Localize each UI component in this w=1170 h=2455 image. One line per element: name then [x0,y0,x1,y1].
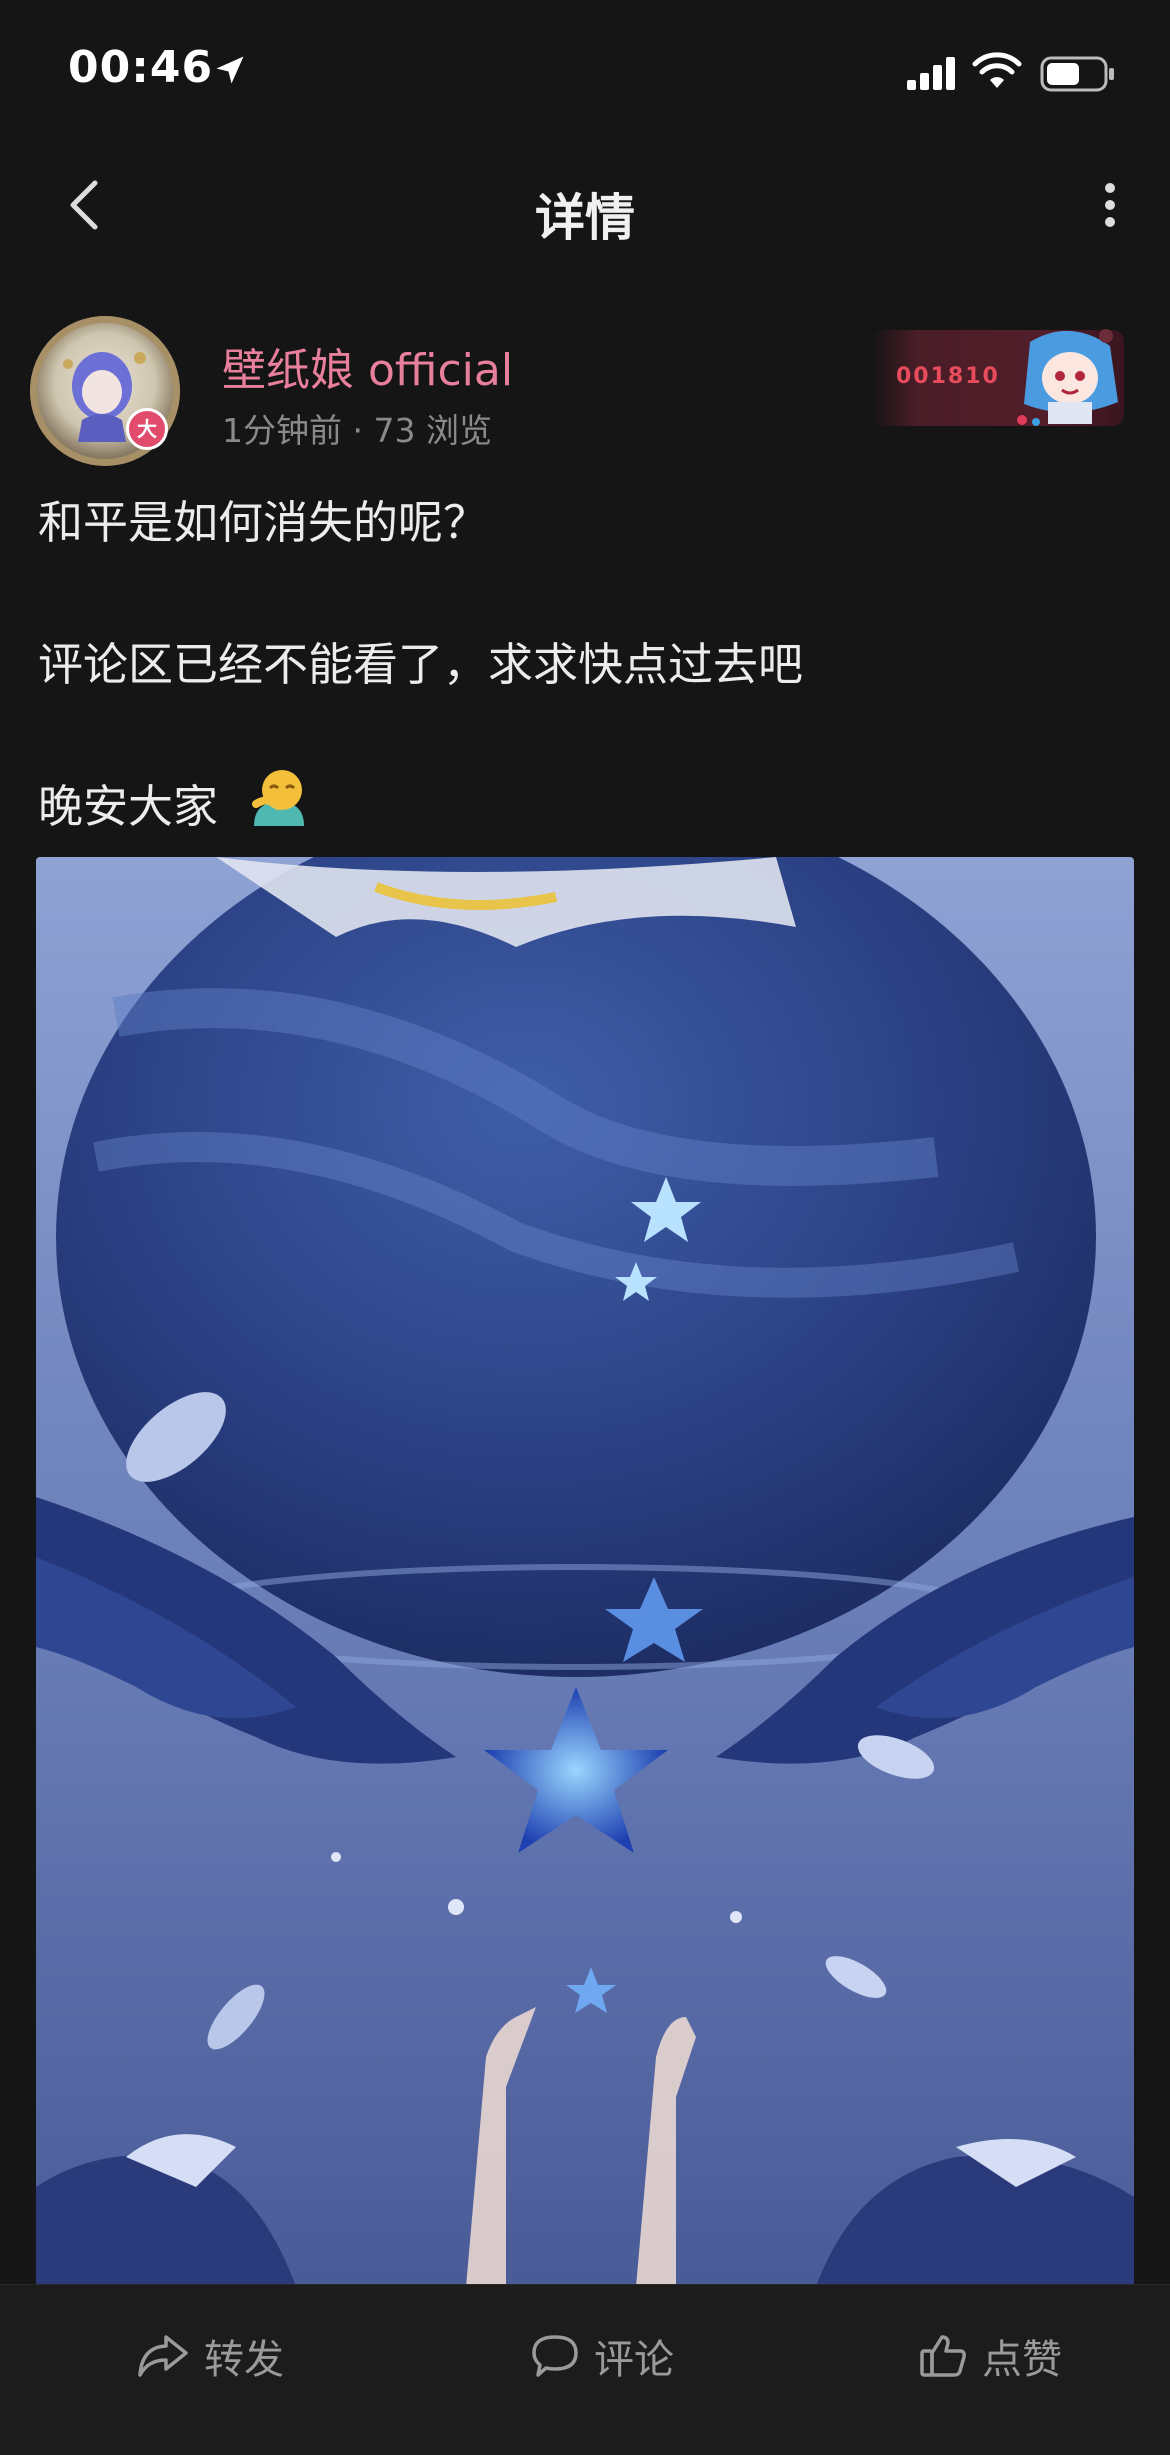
comment-label: 评论 [594,2337,674,2383]
verified-badge: 大 [126,408,168,450]
like-button[interactable]: 点赞 [918,2326,1062,2386]
cellular-signal-icon [907,57,955,90]
battery-icon [1040,56,1114,92]
more-options-button[interactable] [1080,170,1140,240]
artwork-illustration [36,857,1134,2287]
author-name[interactable]: 壁纸娘 official [222,334,513,398]
share-icon [138,2335,188,2377]
post-text-line: 和平是如何消失的呢？ [38,496,489,549]
post-text-line: 评论区已经不能看了，求求快点过去吧 [38,638,804,691]
thumbs-up-icon [920,2335,966,2377]
like-label: 点赞 [982,2337,1062,2383]
more-vertical-icon [1105,183,1115,227]
wifi-icon [972,52,1022,88]
post-image[interactable] [36,857,1134,2287]
page-title: 详情 [535,189,635,247]
share-button[interactable]: 转发 [136,2326,284,2386]
post-meta: 1分钟前 · 73 浏览 [222,411,492,450]
comment-icon [532,2335,578,2377]
comment-button[interactable]: 评论 [530,2326,674,2386]
location-arrow-icon [216,56,244,84]
status-time: 00:46 [68,42,214,93]
medal-character-icon [1017,329,1118,426]
hugging-emoji-icon [252,770,304,826]
post-text-line: 晚安大家 [38,780,219,833]
medal-number: 001810 [896,364,1000,389]
share-label: 转发 [204,2337,284,2383]
